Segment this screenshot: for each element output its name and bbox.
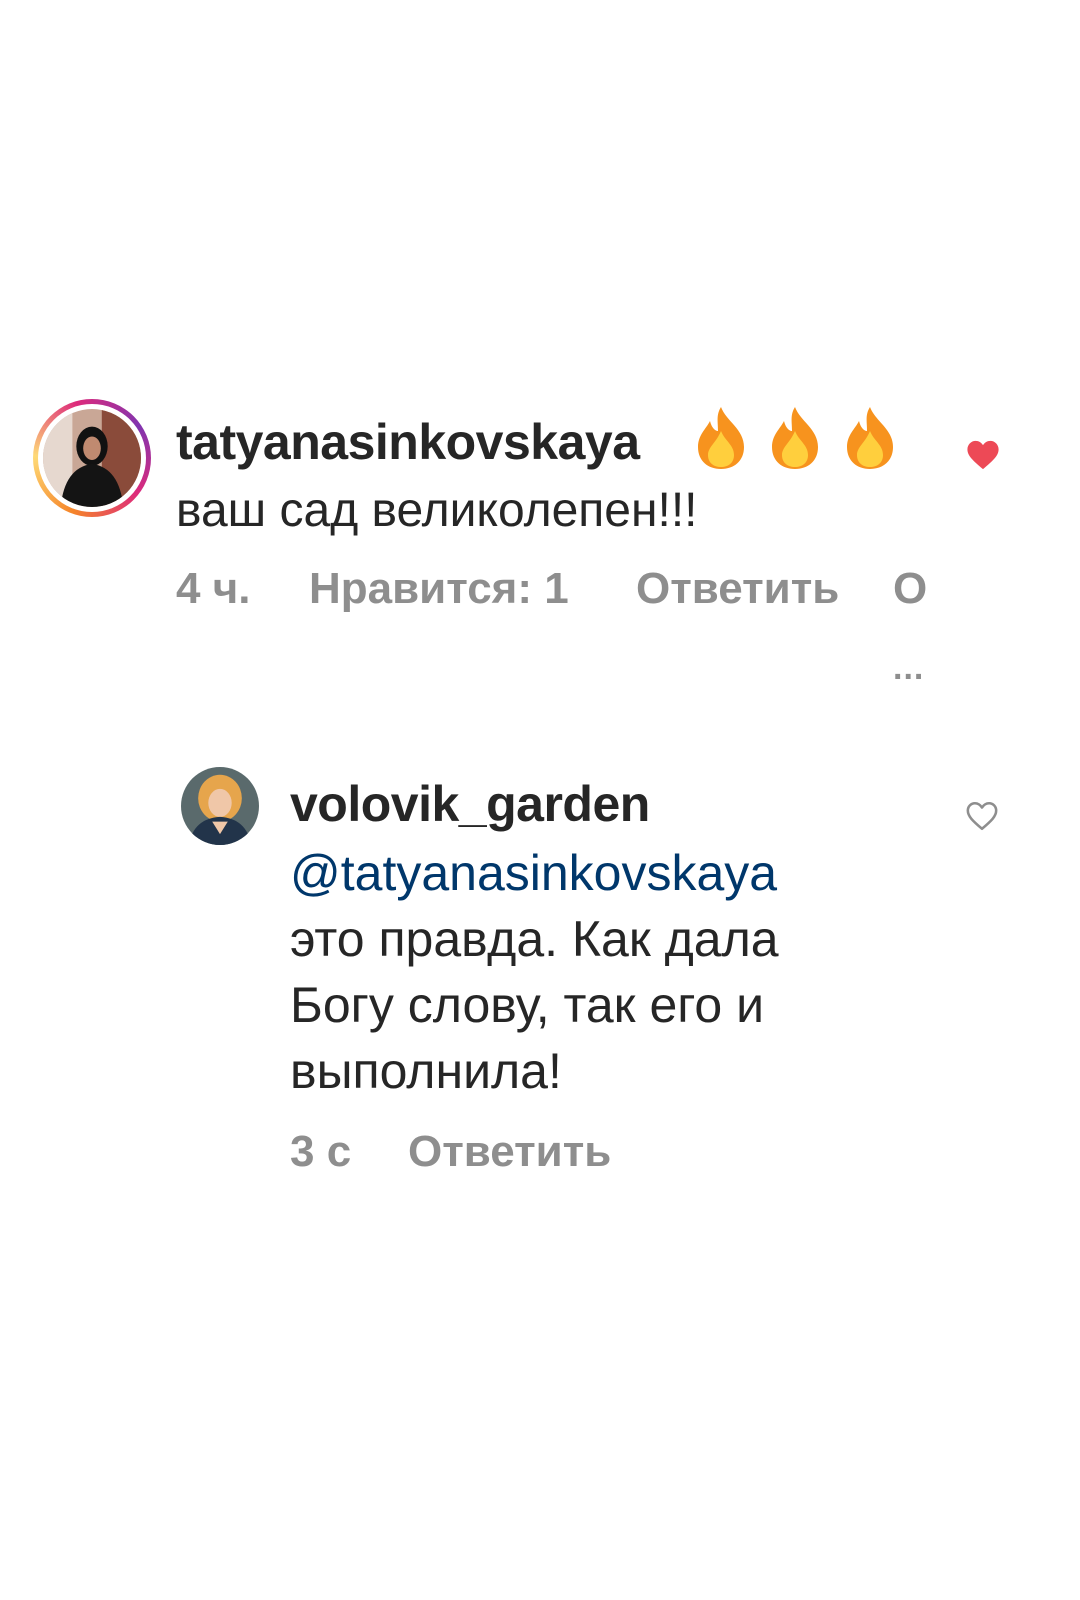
reply-username[interactable]: volovik_garden <box>290 774 650 834</box>
reply-reply-button[interactable]: Ответить <box>408 1125 611 1179</box>
fire-emoji-icon <box>772 407 819 469</box>
comment-time: 4 ч. <box>176 564 251 613</box>
fire-emojis <box>692 405 899 475</box>
comment-username[interactable]: tatyanasinkovskaya <box>176 412 640 472</box>
fire-emoji-icon <box>698 407 744 469</box>
comments-screen: tatyanasinkovskaya ваш сад великолепен!!… <box>0 0 1080 1600</box>
fire-emoji-icon <box>846 407 893 469</box>
avatar[interactable] <box>43 409 141 507</box>
likes-count-link[interactable]: Нравится: 1 <box>309 562 569 616</box>
reply-time: 3 с <box>290 1127 352 1176</box>
heart-filled-icon[interactable] <box>966 439 1000 471</box>
mention-link[interactable]: @tatyanasinkovskaya <box>290 840 777 906</box>
reply-text-line: Богу слову, так его и <box>290 977 765 1033</box>
heart-outline-icon[interactable] <box>965 800 999 832</box>
reply-text-line: это правда. Как дала <box>290 911 779 967</box>
reply-text-line: выполнила! <box>290 1043 562 1099</box>
reply-button[interactable]: Ответить <box>636 562 839 616</box>
reply-avatar[interactable] <box>181 767 259 845</box>
more-options-label[interactable]: О <box>893 562 927 616</box>
comment-text: ваш сад великолепен!!! <box>176 484 698 537</box>
more-options-dots[interactable]: ... <box>893 648 924 688</box>
story-ring[interactable] <box>33 399 151 517</box>
